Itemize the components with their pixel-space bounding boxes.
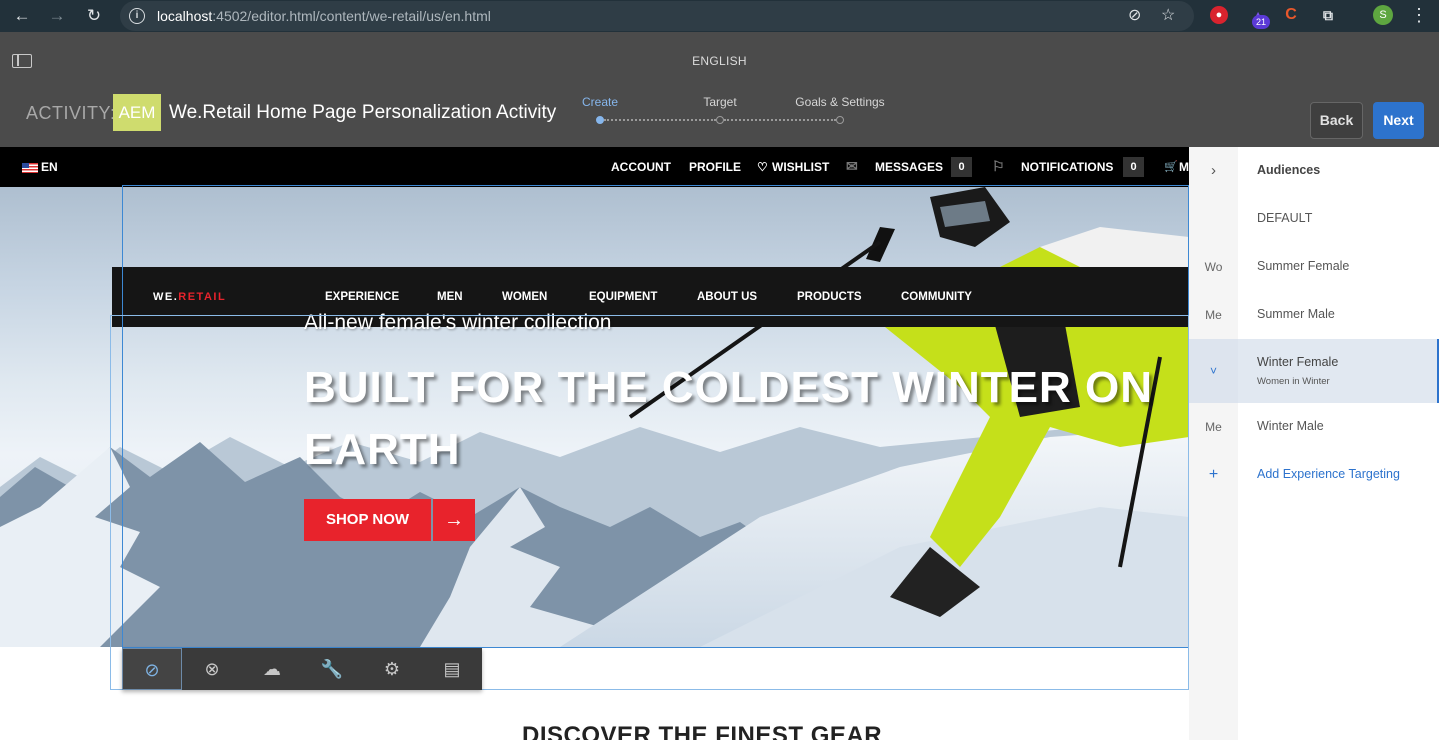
notifications-link[interactable]: NOTIFICATIONS <box>1021 160 1113 174</box>
chevron-right-icon[interactable]: › <box>1189 147 1238 195</box>
step-dot-create[interactable] <box>596 116 604 124</box>
disable-targeting-icon[interactable]: ⊘ <box>122 648 182 690</box>
nav-experience[interactable]: EXPERIENCE <box>325 291 399 303</box>
step-dot-target[interactable] <box>716 116 724 124</box>
activity-title: We.Retail Home Page Personalization Acti… <box>169 102 557 123</box>
language-switcher[interactable]: EN <box>41 160 58 174</box>
step-create[interactable]: Create <box>582 95 618 109</box>
messages-count: 0 <box>951 157 972 177</box>
site-topbar: EN ACCOUNT PROFILE ♡ WISHLIST ✉ MESSAGES… <box>0 147 1189 187</box>
nav-about-us[interactable]: ABOUT US <box>697 291 757 303</box>
hero-subtitle: All-new female's winter collection <box>304 311 612 334</box>
component-edit-toolbar: ⊘ ⊗ ☁ 🔧 ⚙ ▤ <box>122 648 482 690</box>
remove-offer-icon[interactable]: ⊗ <box>182 648 242 690</box>
site-navigation: WE.RETAIL EXPERIENCE MEN WOMEN EQUIPMENT… <box>112 267 1189 327</box>
step-connector <box>604 119 716 121</box>
nav-equipment[interactable]: EQUIPMENT <box>589 291 657 303</box>
hero-title: BUILT FOR THE COLDEST WINTER ON EARTH <box>304 363 1154 474</box>
audience-abbr: Me <box>1205 420 1222 434</box>
audiences-heading: Audiences <box>1257 163 1321 177</box>
hero-banner: WE.RETAIL EXPERIENCE MEN WOMEN EQUIPMENT… <box>0 187 1189 647</box>
audience-row[interactable]: Me Winter Male <box>1189 403 1439 451</box>
cart-link[interactable]: M <box>1179 160 1189 174</box>
activity-header: ENGLISH ACTIVITY: AEM We.Retail Home Pag… <box>0 32 1439 147</box>
messages-link[interactable]: MESSAGES <box>875 160 943 174</box>
back-arrow-icon[interactable]: ← <box>10 4 34 28</box>
audience-label: DEFAULT <box>1257 211 1313 225</box>
browser-toolbar: ← → ↻ i localhost:4502/editor.html/conte… <box>0 0 1439 32</box>
profile-avatar[interactable]: S <box>1373 5 1393 25</box>
cloud-upload-icon[interactable]: ☁ <box>242 648 302 690</box>
next-button[interactable]: Next <box>1373 102 1424 139</box>
audience-abbr: Wo <box>1204 260 1223 274</box>
address-bar[interactable]: i localhost:4502/editor.html/content/we-… <box>120 1 1194 31</box>
gear-icon[interactable]: ⚙ <box>362 648 422 690</box>
brand-badge: AEM <box>113 94 161 131</box>
cart-icon[interactable]: 🛒 <box>1164 160 1178 173</box>
audience-label: Winter Male <box>1257 419 1324 433</box>
audience-abbr <box>1189 195 1238 243</box>
account-link[interactable]: ACCOUNT <box>611 160 671 174</box>
extension-c-icon[interactable]: C <box>1281 5 1301 25</box>
step-goals-settings[interactable]: Goals & Settings <box>795 95 884 109</box>
audience-label: Summer Male <box>1257 307 1335 321</box>
chevron-down-icon[interactable]: ˅ <box>1189 339 1238 403</box>
nav-women[interactable]: WOMEN <box>502 291 547 303</box>
shop-now-button[interactable]: SHOP NOW <box>304 499 431 541</box>
arrow-right-icon[interactable]: → <box>433 499 475 541</box>
list-view-icon[interactable]: ▤ <box>422 648 482 690</box>
url-host: localhost <box>157 8 213 24</box>
plus-icon[interactable]: + <box>1189 451 1238 499</box>
logo-retail: RETAIL <box>178 291 227 303</box>
extension-adblock-icon[interactable]: ● <box>1210 6 1228 24</box>
envelope-icon: ✉ <box>846 158 858 174</box>
tracking-off-icon[interactable]: ⊘ <box>1128 6 1141 26</box>
add-experience-targeting-link[interactable]: Add Experience Targeting <box>1257 467 1400 481</box>
nav-community[interactable]: COMMUNITY <box>901 291 972 303</box>
audiences-header[interactable]: › Audiences <box>1189 147 1439 195</box>
step-dot-goals[interactable] <box>836 116 844 124</box>
audience-row[interactable]: Me Summer Male <box>1189 291 1439 339</box>
reload-icon[interactable]: ↻ <box>82 4 106 28</box>
audience-abbr: Me <box>1205 308 1222 322</box>
page-language: ENGLISH <box>692 54 747 68</box>
audience-row-selected[interactable]: ˅ Winter Female Women in Winter <box>1189 339 1439 403</box>
add-experience-targeting[interactable]: + Add Experience Targeting <box>1189 451 1439 499</box>
nav-men[interactable]: MEN <box>437 291 463 303</box>
url-path: :4502/editor.html/content/we-retail/us/e… <box>212 8 491 24</box>
notifications-count: 0 <box>1123 157 1144 177</box>
extensions-puzzle-icon[interactable]: ⧉ <box>1318 5 1338 25</box>
audiences-panel: › Audiences DEFAULT Wo Summer Female Me … <box>1189 147 1439 740</box>
forward-arrow-icon[interactable]: → <box>45 4 69 28</box>
flag-icon: ⚐ <box>992 158 1005 174</box>
logo-we: WE. <box>153 291 179 303</box>
audience-row[interactable]: Wo Summer Female <box>1189 243 1439 291</box>
audience-label: Summer Female <box>1257 259 1350 273</box>
back-button[interactable]: Back <box>1310 102 1363 139</box>
site-logo[interactable]: WE.RETAIL <box>153 291 226 303</box>
extension-badge: 21 <box>1252 15 1270 29</box>
site-info-icon[interactable]: i <box>129 8 145 24</box>
step-connector <box>724 119 836 121</box>
section-heading: DISCOVER THE FINEST GEAR <box>522 722 883 740</box>
audience-sublabel: Women in Winter <box>1257 376 1330 387</box>
audience-label: Winter Female <box>1257 355 1339 369</box>
audience-row[interactable]: DEFAULT <box>1189 195 1439 243</box>
bookmark-star-icon[interactable]: ☆ <box>1161 6 1175 26</box>
wishlist-link[interactable]: WISHLIST <box>772 160 829 174</box>
browser-menu-icon[interactable]: ⋮ <box>1410 4 1428 26</box>
wrench-icon[interactable]: 🔧 <box>302 648 362 690</box>
heart-icon: ♡ <box>757 160 768 174</box>
url-text[interactable]: localhost:4502/editor.html/content/we-re… <box>157 8 491 24</box>
profile-link[interactable]: PROFILE <box>689 160 741 174</box>
nav-products[interactable]: PRODUCTS <box>797 291 862 303</box>
us-flag-icon[interactable] <box>22 163 38 173</box>
activity-label: ACTIVITY: <box>26 103 116 123</box>
step-target[interactable]: Target <box>703 95 736 109</box>
